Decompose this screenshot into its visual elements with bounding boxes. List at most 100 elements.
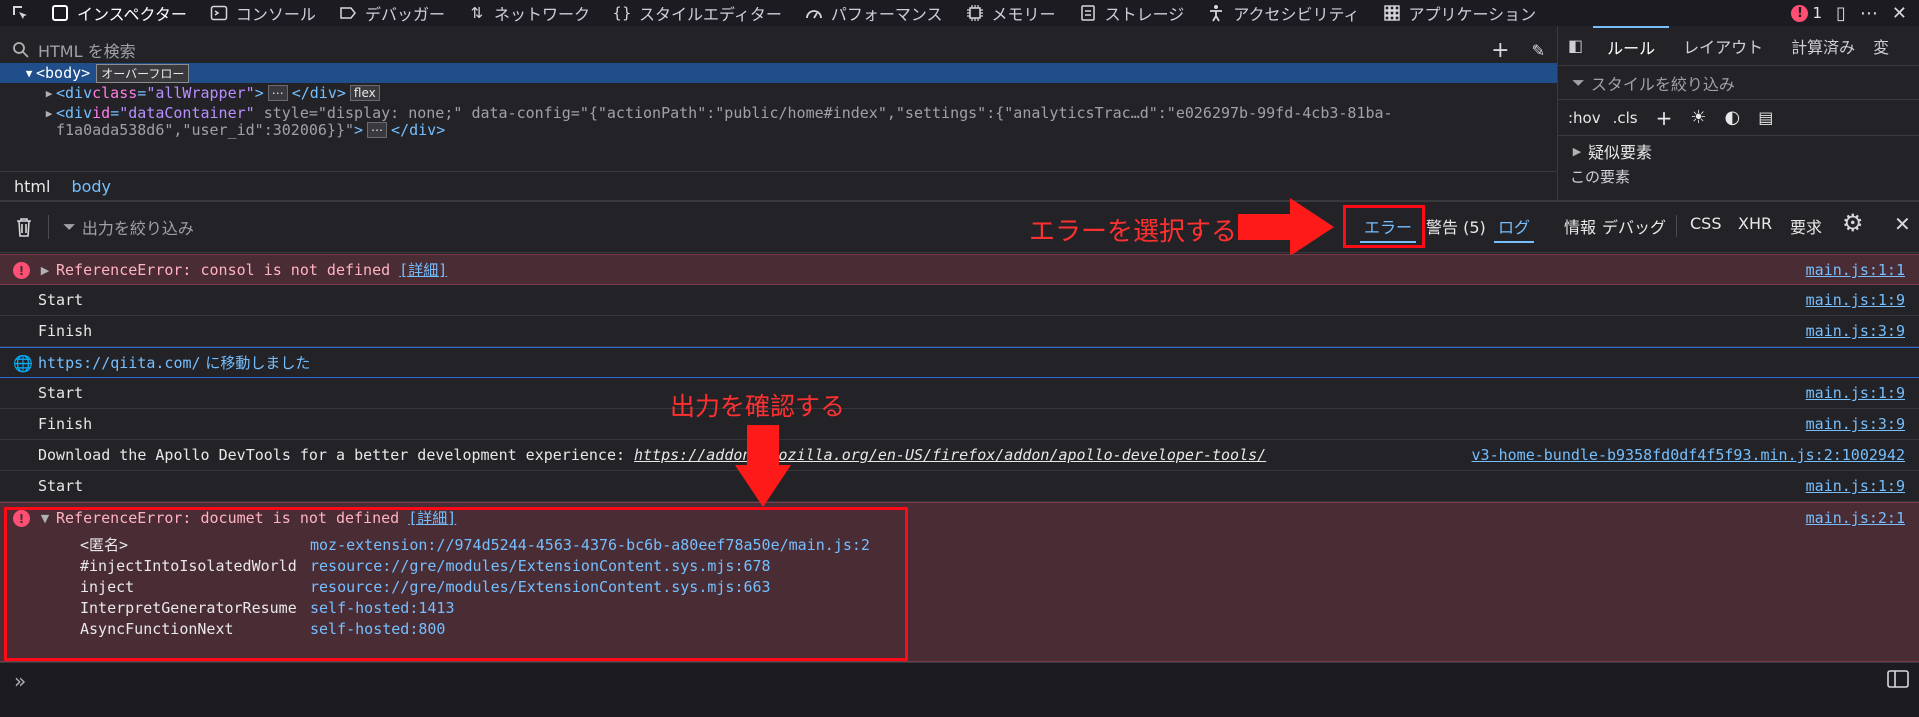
element-picker-icon [10, 4, 30, 22]
rules-toolbar: :hov .cls + ☀ ◐ ▤ [1558, 100, 1919, 136]
tab-label: アクセシビリティ [1233, 5, 1360, 24]
details-link[interactable]: [詳細] [399, 261, 447, 279]
tab-label: メモリー [991, 5, 1056, 24]
ellipsis-icon[interactable]: ⋯ [367, 122, 388, 138]
tab-label: アプリケーション [1408, 5, 1537, 24]
highlight-box-error-filter [1343, 205, 1425, 248]
tab-application[interactable]: アプリケーション [1372, 0, 1549, 26]
breadcrumb: html body [0, 171, 1557, 200]
error-count-badge[interactable]: ! 1 [1791, 4, 1822, 22]
add-rule-icon[interactable]: + [1656, 106, 1673, 130]
editor-mode-icon[interactable] [1887, 669, 1909, 689]
filter-logs-button[interactable]: ログ [1494, 214, 1535, 243]
console-input[interactable]: » [0, 662, 1919, 717]
tab-computed[interactable]: 計算済み [1777, 26, 1869, 66]
storage-icon [1078, 4, 1098, 22]
source-location-link[interactable]: main.js:3:9 [1806, 409, 1905, 439]
apollo-devtools-link[interactable]: https://addons.mozilla.org/en-US/firefox… [634, 446, 1266, 464]
console-log-row: Start main.js:1:9 [0, 378, 1919, 409]
console-error-row[interactable]: ! ▶ ReferenceError: consol is not define… [0, 254, 1919, 285]
highlight-box-error-output [4, 507, 908, 661]
breadcrumb-html[interactable]: html [14, 177, 50, 196]
console-log-row: Finish main.js:3:9 [0, 409, 1919, 440]
divider [1676, 215, 1677, 237]
eyedropper-icon[interactable]: ✎ [1532, 41, 1545, 60]
filter-requests-button[interactable]: 要求 [1790, 214, 1822, 238]
dom-node-allwrapper[interactable]: ▶ <div class = "allWrapper" > ⋯ </div> flex [0, 83, 1557, 103]
collapsed-arrow-icon[interactable]: ▶ [38, 264, 52, 277]
tab-style-editor[interactable]: {} スタイルエディター [602, 0, 794, 26]
toggle-sidebar-icon[interactable]: ◧ [1558, 26, 1593, 66]
tab-network[interactable]: ⇅ ネットワーク [457, 0, 602, 26]
trash-icon[interactable] [14, 216, 34, 238]
performance-icon [804, 4, 824, 22]
tab-memory[interactable]: メモリー [955, 0, 1068, 26]
filter-css-button[interactable]: CSS [1690, 214, 1721, 233]
tab-changes[interactable]: 変 [1869, 26, 1893, 66]
pseudo-elements-toggle[interactable]: ▶ 疑似要素 [1558, 136, 1919, 166]
tab-layout[interactable]: レイアウト [1669, 26, 1777, 66]
collapsed-arrow-icon: ▶ [45, 86, 53, 100]
tab-console[interactable]: コンソール [199, 0, 328, 26]
dark-theme-icon[interactable]: ◐ [1725, 107, 1741, 128]
filter-icon: ⏷ [63, 217, 76, 236]
rules-panel: ◧ ルール レイアウト 計算済み 変 ⏷ スタイルを絞り込み :hov .cls… [1557, 25, 1919, 200]
tab-label: コンソール [235, 5, 316, 24]
console-level-filters: エラー 警告 (5) ログ 情報 デバッグ CSS XHR 要求 ⚙ ✕ [1348, 200, 1919, 253]
overflow-badge[interactable]: オーバーフロー [96, 63, 190, 83]
source-location-link[interactable]: main.js:1:9 [1806, 471, 1905, 501]
style-filter-input[interactable]: ⏷ スタイルを絞り込み [1558, 66, 1919, 100]
tab-accessibility[interactable]: アクセシビリティ [1196, 0, 1371, 26]
tab-label: デバッガー [364, 5, 445, 24]
style-editor-icon: {} [612, 4, 632, 22]
source-location-link[interactable]: main.js:3:9 [1806, 316, 1905, 346]
annotation-select-error: エラーを選択する [1029, 217, 1238, 247]
tab-storage[interactable]: ストレージ [1068, 0, 1197, 26]
console-filter-input[interactable]: ⏷ 出力を絞り込み [63, 215, 194, 239]
filter-debug-button[interactable]: デバッグ [1602, 214, 1666, 238]
element-picker-button[interactable] [0, 0, 40, 26]
console-log-row: Start main.js:1:9 [0, 471, 1919, 502]
more-options-icon[interactable]: ⋯ [1860, 3, 1878, 24]
error-icon: ! [1791, 4, 1809, 22]
navigated-url[interactable]: https://qiita.com/ [38, 354, 201, 372]
tab-inspector[interactable]: インスペクター [40, 0, 199, 26]
source-location-link[interactable]: main.js:2:1 [1806, 503, 1905, 533]
tab-performance[interactable]: パフォーマンス [794, 0, 955, 26]
inspector-icon [50, 4, 70, 22]
filter-warnings-button[interactable]: 警告 (5) [1426, 214, 1486, 238]
source-location-link[interactable]: v3-home-bundle-b9358fd0df4f5f93.min.js:2… [1472, 440, 1905, 470]
add-node-icon[interactable]: + [1491, 38, 1509, 63]
tab-label: インスペクター [77, 5, 187, 24]
hov-button[interactable]: :hov [1568, 109, 1601, 127]
tab-debugger[interactable]: デバッガー [328, 0, 457, 26]
close-split-console-icon[interactable]: ✕ [1894, 212, 1911, 236]
annotation-check-output: 出力を確認する [670, 392, 846, 421]
error-icon: ! [13, 262, 30, 279]
flex-badge[interactable]: flex [349, 85, 380, 101]
dock-options-icon[interactable]: ▯ [1836, 3, 1846, 24]
breadcrumb-body[interactable]: body [71, 177, 111, 196]
accessibility-icon [1206, 4, 1226, 22]
settings-gear-icon[interactable]: ⚙ [1842, 209, 1864, 237]
dom-node-body[interactable]: ▼ <body> オーバーフロー [0, 63, 1557, 83]
light-theme-icon[interactable]: ☀ [1690, 107, 1706, 128]
filter-xhr-button[interactable]: XHR [1738, 214, 1772, 233]
print-media-icon[interactable]: ▤ [1758, 108, 1773, 127]
console-icon [209, 4, 229, 22]
annotation-right-arrow [1238, 198, 1334, 256]
source-location-link[interactable]: main.js:1:9 [1806, 378, 1905, 408]
source-location-link[interactable]: main.js:1:9 [1806, 285, 1905, 315]
close-devtools-icon[interactable]: ✕ [1892, 3, 1907, 24]
tab-rules[interactable]: ルール [1593, 25, 1670, 66]
source-location-link[interactable]: main.js:1:1 [1806, 255, 1905, 285]
collapsed-arrow-icon: ▶ [45, 106, 53, 120]
globe-icon: 🌐 [13, 354, 33, 373]
filter-icon: ⏷ [1572, 72, 1585, 92]
debugger-icon [338, 4, 358, 22]
ellipsis-icon[interactable]: ⋯ [267, 85, 288, 101]
tab-label: ストレージ [1104, 5, 1185, 24]
cls-button[interactable]: .cls [1613, 109, 1638, 127]
search-input[interactable]: HTML を検索 [38, 38, 136, 62]
filter-info-button[interactable]: 情報 [1564, 214, 1596, 238]
